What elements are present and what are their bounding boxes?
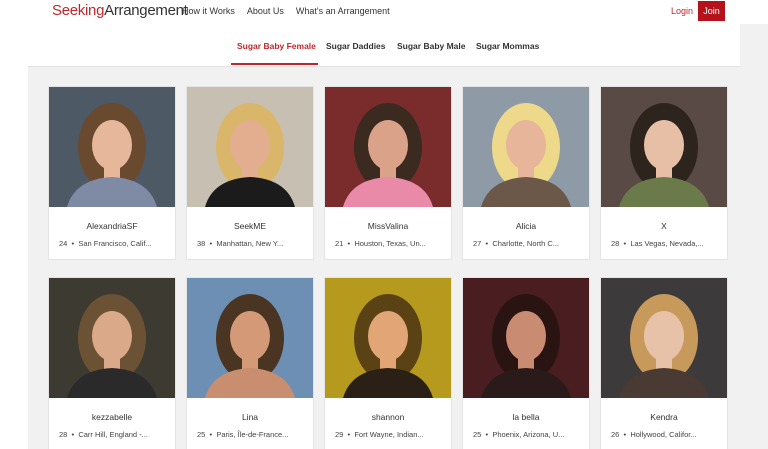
profile-photo[interactable] [49,87,175,207]
profile-location: Phoenix, Arizona, U... [492,430,565,439]
separator-dot: • [481,430,493,439]
separator-dot: • [481,239,493,248]
profile-name: shannon [371,412,405,422]
separator-dot: • [343,430,355,439]
tab-sugar-baby-male[interactable]: Sugar Baby Male [397,41,466,51]
tab-sugar-daddies[interactable]: Sugar Daddies [326,41,386,51]
profile-photo[interactable] [463,87,589,207]
nav-about-us[interactable]: About Us [247,6,284,16]
profile-name: kezzabelle [91,412,133,422]
profile-name: MissValina [367,221,409,231]
separator-dot: • [205,239,217,248]
separator-dot: • [67,239,79,248]
profile-meta: 28 • Las Vegas, Nevada,... [611,239,723,248]
top-header: SeekingArrangement How it Works About Us… [0,0,768,24]
profile-location: Paris, Île-de-France... [216,430,289,439]
nav-whats-an-arrangement[interactable]: What's an Arrangement [296,6,390,16]
separator-dot: • [67,430,79,439]
profile-photo[interactable] [325,87,451,207]
tab-sugar-mommas[interactable]: Sugar Mommas [476,41,539,51]
profile-meta: 24 • San Francisco, Calif... [59,239,171,248]
main-nav: How it Works About Us What's an Arrangem… [182,6,390,16]
logo-text-seeking: Seeking [52,2,105,19]
profile-photo[interactable] [325,278,451,398]
profile-meta: 21 • Houston, Texas, Un... [335,239,447,248]
active-tab-indicator [231,63,318,65]
profile-name: SeekME [233,221,267,231]
profile-card[interactable]: Kendra 26 • Hollywood, Califor... [600,277,728,449]
profile-photo[interactable] [601,278,727,398]
profile-location: Manhattan, New Y... [216,239,284,248]
profile-name: Kendra [650,412,678,422]
profile-card[interactable]: X 28 • Las Vegas, Nevada,... [600,86,728,260]
profile-photo[interactable] [463,278,589,398]
profile-meta: 28 • Carr Hill, England -... [59,430,171,439]
profile-photo[interactable] [187,87,313,207]
profile-name: la bella [512,412,540,422]
profile-card[interactable]: SeekME 38 • Manhattan, New Y... [186,86,314,260]
profile-card[interactable]: kezzabelle 28 • Carr Hill, England -... [48,277,176,449]
profile-location: San Francisco, Calif... [78,239,152,248]
tab-sugar-baby-female[interactable]: Sugar Baby Female [237,41,316,51]
profile-card[interactable]: shannon 29 • Fort Wayne, Indian... [324,277,452,449]
profile-card[interactable]: Lina 25 • Paris, Île-de-France... [186,277,314,449]
profile-card[interactable]: AlexandriaSF 24 • San Francisco, Calif... [48,86,176,260]
separator-dot: • [205,430,217,439]
separator-dot: • [619,239,631,248]
join-button[interactable]: Join [698,1,725,21]
profile-meta: 38 • Manhattan, New Y... [197,239,309,248]
profile-location: Hollywood, Califor... [630,430,697,439]
profile-card[interactable]: MissValina 21 • Houston, Texas, Un... [324,86,452,260]
profile-meta: 25 • Phoenix, Arizona, U... [473,430,585,439]
logo-text-arrangement: Arrangement [104,2,188,19]
profile-location: Las Vegas, Nevada,... [630,239,704,248]
profile-meta: 29 • Fort Wayne, Indian... [335,430,447,439]
separator-dot: • [343,239,355,248]
login-link[interactable]: Login [671,6,693,16]
profile-photo[interactable] [601,87,727,207]
profile-photo[interactable] [49,278,175,398]
profile-name: Alicia [515,221,537,231]
profile-location: Carr Hill, England -... [78,430,148,439]
profile-meta: 26 • Hollywood, Califor... [611,430,723,439]
profile-photo[interactable] [187,278,313,398]
profile-location: Fort Wayne, Indian... [354,430,424,439]
profile-name: Lina [241,412,259,422]
profile-location: Houston, Texas, Un... [354,239,426,248]
separator-dot: • [619,430,631,439]
profile-name: AlexandriaSF [86,221,138,231]
profile-card[interactable]: la bella 25 • Phoenix, Arizona, U... [462,277,590,449]
profile-card[interactable]: Alicia 27 • Charlotte, North C... [462,86,590,260]
profile-location: Charlotte, North C... [492,239,560,248]
profile-meta: 25 • Paris, Île-de-France... [197,430,309,439]
nav-how-it-works[interactable]: How it Works [182,6,235,16]
site-logo[interactable]: SeekingArrangement [52,2,188,19]
profile-name: X [661,221,667,231]
profile-meta: 27 • Charlotte, North C... [473,239,585,248]
